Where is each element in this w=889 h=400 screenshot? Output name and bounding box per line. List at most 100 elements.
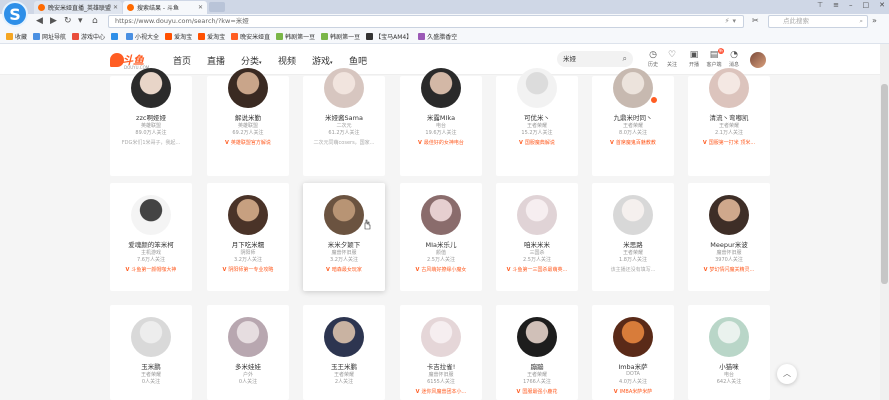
- address-bar[interactable]: https://www.douyu.com/search/?kw=米娅 ⚡▾: [108, 15, 744, 28]
- streamer-name[interactable]: 可优米丶: [496, 112, 578, 122]
- streamer-avatar[interactable]: [228, 68, 268, 108]
- page-scrollbar[interactable]: [880, 44, 889, 400]
- streamer-avatar[interactable]: [517, 317, 557, 357]
- streamer-avatar[interactable]: [613, 195, 653, 235]
- streamer-name[interactable]: 九鼎米时同丶: [592, 112, 674, 122]
- streamer-avatar[interactable]: [613, 317, 653, 357]
- streamer-avatar[interactable]: [421, 317, 461, 357]
- streamer-name[interactable]: 玉王米鹏: [303, 361, 385, 371]
- streamer-card[interactable]: zzc啊娅娅 英雄联盟 89.0万人关注 FDG米们1米哥子，我起...: [110, 68, 192, 176]
- home-icon[interactable]: ⌂: [92, 16, 98, 26]
- streamer-name[interactable]: 解说米勤: [207, 112, 289, 122]
- streamer-card[interactable]: 爱魂颜的笨米柯 主机游戏 7.6万人关注 V 斗鱼第一颜帽咖大神: [110, 183, 192, 291]
- close-window-icon[interactable]: ✕: [879, 1, 885, 9]
- follow-button[interactable]: ♡ 关注: [662, 50, 682, 68]
- streamer-card[interactable]: 卡吉拉雀! 魔兽怀旧服 6155人关注 V 迷你风魔兽团本小...: [400, 305, 482, 400]
- streamer-avatar[interactable]: [421, 68, 461, 108]
- streamer-avatar[interactable]: [517, 195, 557, 235]
- close-tab-icon[interactable]: ✕: [113, 4, 118, 11]
- history-button[interactable]: ◷ 历史: [643, 50, 663, 68]
- bookmark-item[interactable]: [111, 33, 120, 40]
- nav-fishbar[interactable]: 鱼吧: [349, 54, 367, 67]
- bookmark-item[interactable]: 小视大全: [126, 32, 159, 41]
- bookmark-item[interactable]: 爱淘宝: [198, 32, 225, 41]
- streamer-name[interactable]: 清流丶弯嘟凯: [688, 112, 770, 122]
- streamer-card[interactable]: 米娅酱Sama 二次元 61.2万人关注 二次元同萌cosers，国家...: [303, 68, 385, 176]
- bookmark-item[interactable]: 韩剧第一豆: [276, 32, 315, 41]
- streamer-avatar[interactable]: [709, 195, 749, 235]
- nav-home[interactable]: 首页: [173, 54, 191, 67]
- refresh-icon[interactable]: ↻: [64, 16, 72, 26]
- browser-logo[interactable]: S: [2, 1, 28, 27]
- browser-search-box[interactable]: 点此搜索 ⌕: [768, 15, 868, 28]
- streamer-avatar[interactable]: [324, 68, 364, 108]
- streamer-card[interactable]: 解说米勤 英雄联盟 69.2万人关注 V 英雄联盟官方解说: [207, 68, 289, 176]
- streamer-name[interactable]: 小猫咪: [688, 361, 770, 371]
- douyu-logo[interactable]: 斗鱼 DOUYU.COM: [110, 51, 149, 70]
- streamer-name[interactable]: 米思路: [592, 239, 674, 249]
- nav-live[interactable]: 直播: [207, 54, 225, 67]
- back-icon[interactable]: ◀: [36, 16, 43, 26]
- maximize-icon[interactable]: □: [863, 1, 870, 9]
- streamer-card[interactable]: 米思路 王者荣耀 1.8万人关注 该主播还没有填写...: [592, 183, 674, 291]
- streamer-name[interactable]: 咱米米米: [496, 239, 578, 249]
- bookmark-item[interactable]: 爱淘宝: [165, 32, 192, 41]
- streamer-name[interactable]: Imba米萨: [592, 361, 674, 371]
- streamer-avatar[interactable]: [613, 68, 653, 108]
- streamer-avatar[interactable]: [131, 68, 171, 108]
- bookmark-item[interactable]: 游戏中心: [72, 32, 105, 41]
- streamer-avatar[interactable]: [228, 317, 268, 357]
- search-icon[interactable]: ⌕: [623, 51, 627, 67]
- streamer-avatar[interactable]: [517, 68, 557, 108]
- search-icon[interactable]: ⌕: [859, 16, 863, 27]
- streamer-name[interactable]: 米露MIka: [400, 112, 482, 122]
- streamer-name[interactable]: MIa米乐儿: [400, 239, 482, 249]
- nav-video[interactable]: 视频: [278, 54, 296, 67]
- streamer-avatar[interactable]: [324, 317, 364, 357]
- bookmark-item[interactable]: 晚安米娅直: [231, 32, 270, 41]
- nav-game[interactable]: 游戏▾: [312, 54, 333, 67]
- dropdown-icon[interactable]: ▾: [78, 16, 83, 26]
- streamer-avatar[interactable]: [131, 317, 171, 357]
- site-search-input[interactable]: 米娅 ⌕: [557, 51, 633, 67]
- close-tab-icon[interactable]: ✕: [198, 4, 203, 11]
- streamer-card[interactable]: 可优米丶 王者荣耀 15.2万人关注 V 国服魔典解说: [496, 68, 578, 176]
- streamer-card[interactable]: 米米夕颖下 魔兽怀旧服 3.2万人关注 V 暗森最女玩家: [303, 183, 385, 291]
- streamer-card[interactable]: 玉王米鹏 王者荣耀 2人关注: [303, 305, 385, 400]
- streamer-name[interactable]: 卡吉拉雀!: [400, 361, 482, 371]
- chevron-down-icon[interactable]: ▾: [732, 17, 739, 25]
- start-live-button[interactable]: ▣ 开播: [684, 50, 704, 68]
- user-avatar[interactable]: [750, 52, 766, 68]
- streamer-card[interactable]: 咱米米米 三国杀 2.5万人关注 V 斗鱼第一三国杀最萌英...: [496, 183, 578, 291]
- browser-tab[interactable]: 晚安米娅直播_英雄联盟 ✕: [34, 1, 122, 14]
- streamer-name[interactable]: 蹦蹦: [496, 361, 578, 371]
- cut-icon[interactable]: ✂: [752, 16, 759, 25]
- streamer-card[interactable]: MIa米乐儿 颜值 2.5万人关注 V 古风萌好撩缘小魔女: [400, 183, 482, 291]
- more-icon[interactable]: »: [872, 16, 877, 25]
- skin-icon[interactable]: ⊤: [817, 1, 823, 9]
- streamer-card[interactable]: 玉米鹏 王者荣耀 0人关注: [110, 305, 192, 400]
- streamer-card[interactable]: 月下吃米糯 阴阳师 3.2万人关注 V 阴阳师第一专业攻略: [207, 183, 289, 291]
- streamer-card[interactable]: Meepur米波 魔兽怀旧服 3970人关注 V 梦幻情闪魔关精灵...: [688, 183, 770, 291]
- streamer-avatar[interactable]: [709, 317, 749, 357]
- client-button[interactable]: ▤ 客户端新: [704, 48, 724, 68]
- bookmark-item[interactable]: 久盛腊香空: [418, 32, 457, 41]
- streamer-name[interactable]: 米娅酱Sama: [303, 112, 385, 122]
- streamer-card[interactable]: 九鼎米时同丶 王者荣耀 8.0万人关注 V 首席魔鬼百魅教教: [592, 68, 674, 176]
- streamer-card[interactable]: 小猫咪 电台 642人关注: [688, 305, 770, 400]
- streamer-card[interactable]: 蹦蹦 王者荣耀 1766人关注 V 国服最强小鹿花: [496, 305, 578, 400]
- bookmark-item[interactable]: 韩剧第一豆: [321, 32, 360, 41]
- streamer-name[interactable]: zzc啊娅娅: [110, 112, 192, 122]
- streamer-avatar[interactable]: [131, 195, 171, 235]
- streamer-name[interactable]: 玉米鹏: [110, 361, 192, 371]
- bookmark-item[interactable]: 网址导航: [33, 32, 66, 41]
- streamer-card[interactable]: Imba米萨 DOTA 4.0万人关注 V IMBA米萨米萨: [592, 305, 674, 400]
- forward-icon[interactable]: ▶: [50, 16, 57, 26]
- streamer-avatar[interactable]: [421, 195, 461, 235]
- streamer-avatar[interactable]: [324, 195, 364, 235]
- streamer-card[interactable]: 清流丶弯嘟凯 王者荣耀 2.1万人关注 V 国服第一打米 顶米...: [688, 68, 770, 176]
- streamer-name[interactable]: 月下吃米糯: [207, 239, 289, 249]
- streamer-name[interactable]: 爱魂颜的笨米柯: [110, 239, 192, 249]
- back-to-top-button[interactable]: ︿: [777, 364, 797, 384]
- message-button[interactable]: ◔ 消息: [724, 50, 744, 68]
